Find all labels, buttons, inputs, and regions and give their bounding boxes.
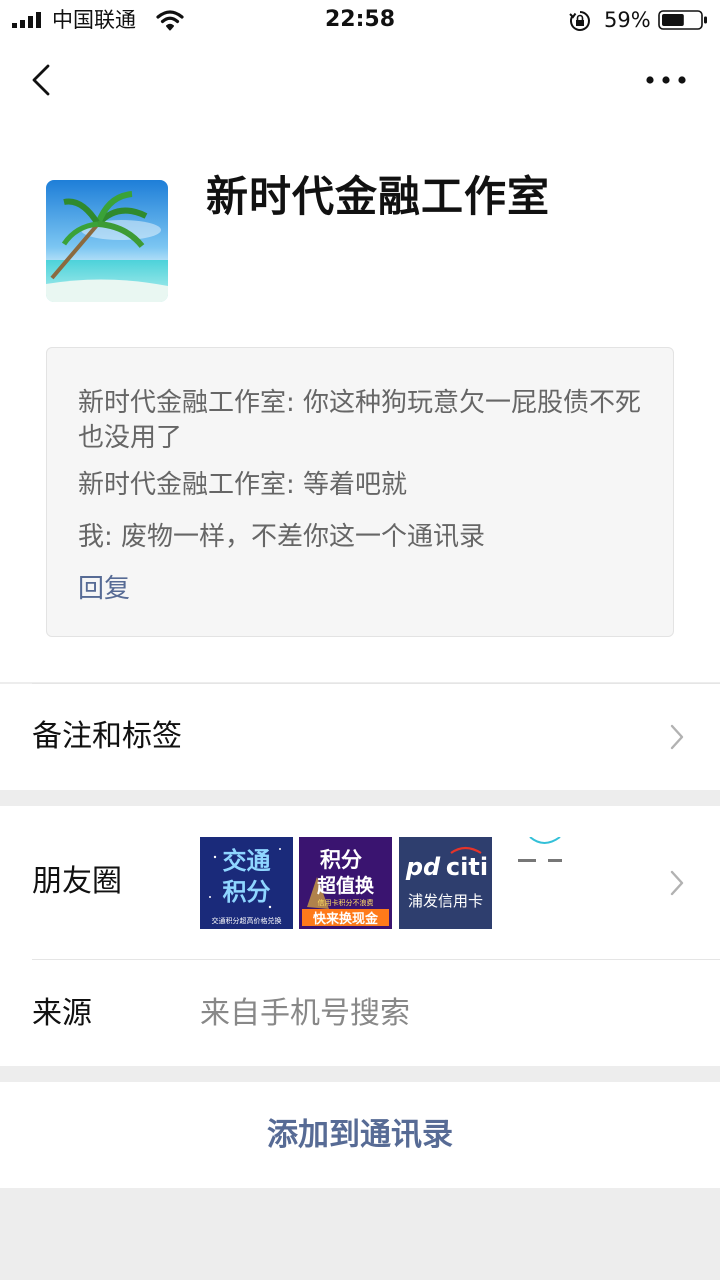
message-text: 我: 废物一样，不差你这一个通讯录 [78, 522, 486, 552]
orientation-lock-icon [569, 11, 590, 31]
back-chevron-icon[interactable] [26, 60, 56, 100]
profile-header: 新时代金融工作室 新时代金融工作室: 你这种狗玩意欠一屁股债不死也没用了 新时代… [0, 40, 720, 684]
svg-text:超值换: 超值换 [316, 874, 375, 897]
moments-thumbnail [498, 837, 591, 929]
svg-text:pd: pd [405, 853, 441, 881]
chevron-right-icon [670, 870, 684, 896]
chevron-right-icon [670, 724, 684, 750]
more-ellipsis-icon[interactable] [644, 70, 688, 90]
moments-thumbnail: 积分 超值换 信用卡积分不浪费 快来换现金 [299, 837, 392, 929]
contact-name: 新时代金融工作室 [206, 172, 551, 221]
message-text: 新时代金融工作室: 等着吧就 [78, 470, 408, 500]
source-row: 来源 来自手机号搜索 [0, 960, 720, 1066]
moments-thumbnail: pd citi 浦发信用卡 [399, 837, 492, 929]
add-to-contacts-button[interactable]: 添加到通讯录 [0, 1082, 720, 1188]
svg-text:浦发信用卡: 浦发信用卡 [408, 892, 483, 910]
reply-link[interactable]: 回复 [78, 572, 130, 607]
palm-tree-image [46, 180, 168, 302]
remark-label: 备注和标签 [32, 719, 182, 754]
svg-text:积分: 积分 [223, 878, 271, 906]
battery-icon [658, 10, 707, 30]
svg-text:交通: 交通 [223, 847, 271, 875]
svg-text:citi: citi [446, 853, 488, 881]
remark-and-tags-row[interactable]: 备注和标签 [0, 684, 720, 790]
svg-text:交通积分超高价格兑换: 交通积分超高价格兑换 [212, 916, 282, 925]
svg-text:积分: 积分 [320, 848, 362, 872]
moments-label: 朋友圈 [32, 864, 122, 899]
status-bar: 中国联通 22:58 59% [0, 0, 720, 40]
svg-text:信用卡积分不浪费: 信用卡积分不浪费 [318, 898, 374, 907]
source-label: 来源 [32, 996, 92, 1031]
moments-thumbnail: 交通 积分 交通积分超高价格兑换 [200, 837, 293, 929]
moments-row[interactable]: 朋友圈 交通 积分 交通积分超高价格兑换 积分 超值换 信用卡积分不浪费 快来换… [0, 806, 720, 960]
source-value: 来自手机号搜索 [200, 996, 410, 1031]
message-text: 新时代金融工作室: 你这种狗玩意欠一屁股债不死也没用了 [78, 388, 642, 453]
add-to-contacts-label: 添加到通讯录 [267, 1117, 453, 1153]
message-preview-box[interactable]: 新时代金融工作室: 你这种狗玩意欠一屁股债不死也没用了 新时代金融工作室: 等着… [46, 347, 674, 637]
battery-percent: 59% [604, 8, 651, 32]
avatar[interactable] [46, 180, 168, 302]
svg-text:快来换现金: 快来换现金 [313, 911, 379, 927]
